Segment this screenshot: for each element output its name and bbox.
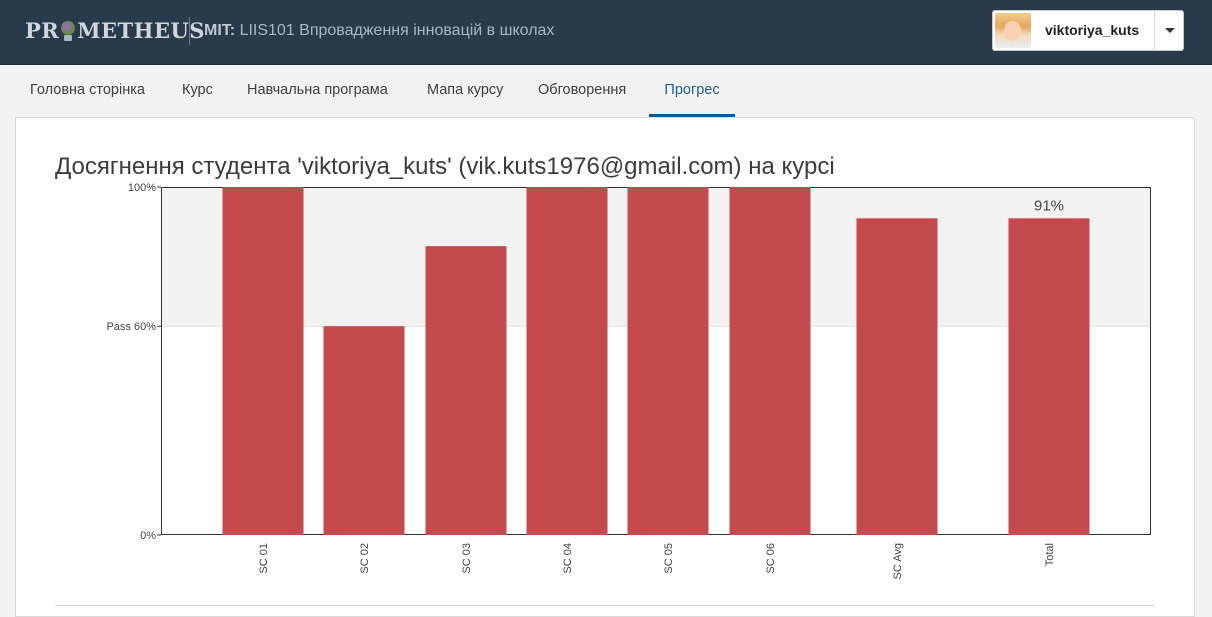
progress-chart: 0% Pass 60% 100% SC 01 SC 02 SC 03 SC 04 SC 05 S… <box>106 182 1151 580</box>
y-tick-label: Pass 60% <box>106 321 156 333</box>
bar <box>729 187 811 535</box>
bar <box>425 246 507 535</box>
bar <box>323 326 405 535</box>
x-tick-label: SC 05 <box>663 543 675 574</box>
x-tick-label: SC 02 <box>359 543 371 574</box>
bar <box>1008 218 1090 535</box>
x-tick-label: SC 04 <box>562 543 574 574</box>
y-tick-label: 0% <box>140 530 156 542</box>
bar <box>627 187 709 535</box>
divider <box>55 605 1155 606</box>
bar <box>856 218 938 535</box>
bar <box>526 187 608 535</box>
y-tick-label: 100% <box>128 182 156 194</box>
bar <box>222 187 304 535</box>
x-tick-label: SC Avg <box>892 543 904 580</box>
data-label: 91% <box>1034 197 1064 214</box>
x-tick-label: SC 01 <box>258 543 270 574</box>
x-tick-label: Total <box>1044 543 1056 566</box>
x-tick-label: SC 03 <box>461 543 473 574</box>
x-tick-label: SC 06 <box>765 543 777 574</box>
